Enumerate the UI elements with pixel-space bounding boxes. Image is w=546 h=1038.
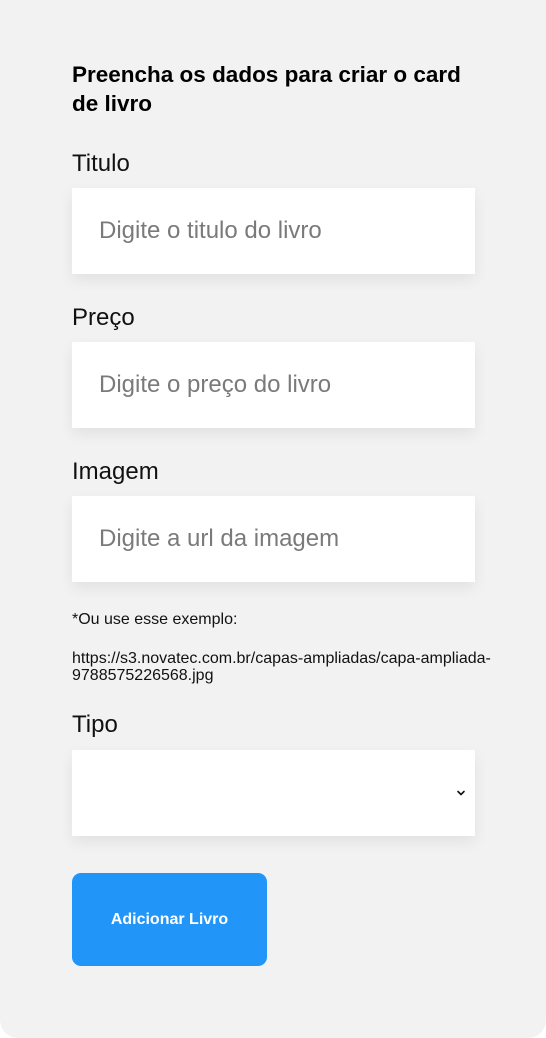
price-label: Preço bbox=[72, 304, 135, 331]
example-hint: *Ou use esse exemplo: bbox=[72, 611, 238, 628]
title-label: Titulo bbox=[72, 150, 130, 177]
title-input[interactable] bbox=[72, 188, 475, 274]
chevron-down-icon bbox=[457, 790, 465, 796]
image-label: Imagem bbox=[72, 458, 159, 485]
type-label: Tipo bbox=[72, 711, 118, 738]
book-form-card: Preencha os dados para criar o card de l… bbox=[0, 0, 546, 1038]
add-book-button[interactable]: Adicionar Livro bbox=[72, 873, 267, 966]
form-title: Preencha os dados para criar o card de l… bbox=[72, 62, 461, 116]
image-url-input[interactable] bbox=[72, 496, 475, 582]
price-input[interactable] bbox=[72, 342, 475, 428]
type-select[interactable] bbox=[72, 750, 475, 836]
example-url: https://s3.novatec.com.br/capas-ampliada… bbox=[72, 650, 491, 684]
